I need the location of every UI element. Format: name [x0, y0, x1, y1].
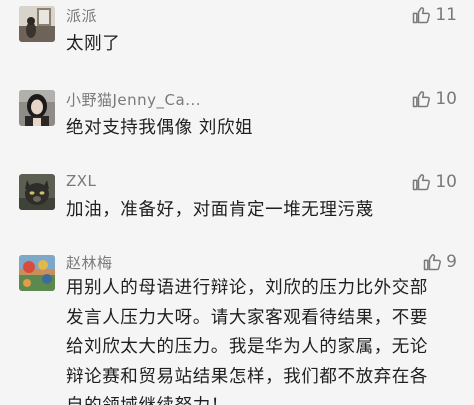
comment-username[interactable]: ZXL: [66, 172, 96, 190]
avatar[interactable]: [19, 255, 55, 291]
comment-item: ZXL 加油，准备好，对面肯定一堆无理污蔑 10: [0, 166, 474, 228]
like-count: 10: [435, 89, 457, 109]
comment-text: 用别人的母语进行辩论，刘欣的压力比外交部 发言人压力大呀。请大家客观看待结果，不…: [66, 274, 464, 405]
comment-text-line: 自的领域继续努力！: [66, 392, 464, 405]
comment-username[interactable]: 小野猫Jenny_Ca...: [66, 89, 201, 110]
thumbs-up-icon: [413, 174, 431, 191]
comment-text: 太刚了: [66, 34, 121, 54]
comment-text-line: 给刘欣太大的压力。我是华为人的家属，无论: [66, 337, 428, 357]
comment-text-line: 辩论赛和贸易站结果怎样，我们都不放弃在各: [66, 366, 428, 387]
avatar[interactable]: [19, 174, 55, 210]
like-button[interactable]: 9: [422, 252, 457, 272]
comment-text-line: 发言人压力大呀。请大家客观看待结果，不要: [66, 307, 428, 328]
comment-text-line: 用别人的母语进行辩论，刘欣的压力比外交部: [66, 278, 428, 298]
like-count: 11: [435, 5, 457, 25]
like-button[interactable]: 11: [411, 5, 457, 25]
comment-text: 加油，准备好，对面肯定一堆无理污蔑: [66, 200, 374, 220]
like-button[interactable]: 10: [411, 89, 457, 109]
like-count: 9: [446, 252, 457, 272]
comment-username[interactable]: 赵林梅: [66, 252, 113, 273]
avatar[interactable]: [19, 6, 55, 42]
thumbs-up-icon: [413, 7, 431, 24]
like-count: 10: [435, 172, 457, 192]
comment-list: 派派 太刚了 11 小野猫Jenny_Ca... 绝对支持我偶像 刘欣姐 10 …: [0, 0, 474, 405]
comment-username[interactable]: 派派: [66, 5, 97, 26]
like-button[interactable]: 10: [411, 172, 457, 192]
thumbs-up-icon: [423, 254, 442, 271]
comment-text: 绝对支持我偶像 刘欣姐: [66, 118, 254, 138]
comment-item: 小野猫Jenny_Ca... 绝对支持我偶像 刘欣姐 10: [0, 84, 474, 146]
comment-item: 派派 太刚了 11: [0, 0, 474, 62]
comment-item: 赵林梅 用别人的母语进行辩论，刘欣的压力比外交部 发言人压力大呀。请大家客观看待…: [0, 247, 474, 405]
avatar[interactable]: [19, 90, 55, 126]
thumbs-up-icon: [413, 91, 431, 108]
